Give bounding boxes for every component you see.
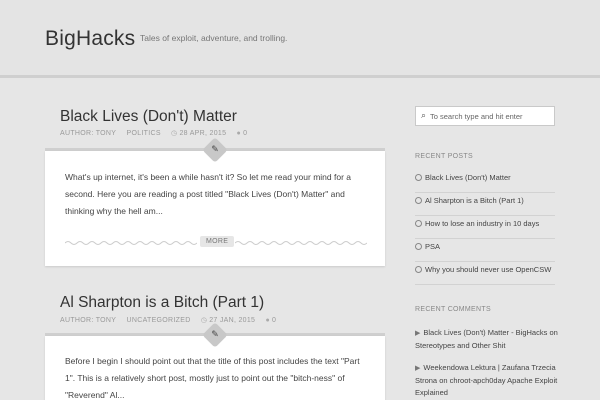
- wave-divider-right: [235, 241, 367, 245]
- recent-post-item[interactable]: How to lose an industry in 10 days: [415, 217, 555, 239]
- comment-on-label: on: [439, 376, 448, 385]
- post-title-2[interactable]: Al Sharpton is a Bitch (Part 1): [60, 294, 264, 312]
- comment-count[interactable]: 0: [272, 317, 276, 324]
- excerpt-line: 1". This is a relatively short post, mos…: [65, 373, 345, 383]
- pencil-icon: ✎: [211, 145, 219, 155]
- recent-post-link[interactable]: PSA: [425, 242, 440, 251]
- excerpt-line: Before I begin I should point out that t…: [65, 356, 360, 366]
- recent-comment-item: ▶ Weekendowa Lektura | Zaufana Trzecia St…: [415, 362, 575, 399]
- recent-post-item[interactable]: Al Sharpton is a Bitch (Part 1): [415, 194, 555, 216]
- post-title-1[interactable]: Black Lives (Don't) Matter: [60, 108, 237, 126]
- wave-divider-left: [65, 241, 197, 245]
- post-excerpt-1: What's up internet, it's been a while ha…: [65, 169, 375, 220]
- circle-bullet-icon: [415, 266, 422, 273]
- post-meta-2: AUTHOR: TONY UNCATEGORIZED ◷ 27 JAN, 2015…: [60, 316, 276, 324]
- recent-post-link[interactable]: How to lose an industry in 10 days: [425, 219, 539, 228]
- recent-post-item[interactable]: Why you should never use OpenCSW: [415, 263, 555, 285]
- post-meta-1: AUTHOR: TONY POLITICS ◷ 28 APR, 2015 ● 0: [60, 129, 247, 137]
- recent-comments-title: RECENT COMMENTS: [415, 306, 491, 313]
- circle-bullet-icon: [415, 243, 422, 250]
- comment-on-label: on: [549, 328, 558, 337]
- search-icon: ⌕: [421, 111, 427, 121]
- speech-bubble-icon: ▶: [415, 365, 421, 372]
- excerpt-line: What's up internet, it's been a while ha…: [65, 172, 351, 182]
- circle-bullet-icon: [415, 174, 422, 181]
- post-author[interactable]: AUTHOR: TONY: [60, 130, 116, 137]
- excerpt-line: thinking why the hell am...: [65, 206, 163, 216]
- recent-post-item[interactable]: Black Lives (Don't) Matter: [415, 171, 555, 193]
- recent-comment-item: ▶ Black Lives (Don't) Matter - BigHacks o…: [415, 327, 585, 352]
- excerpt-line: second. Here you are reading a post titl…: [65, 189, 345, 199]
- pencil-icon: ✎: [211, 330, 219, 340]
- recent-post-link[interactable]: Al Sharpton is a Bitch (Part 1): [425, 196, 524, 205]
- post-excerpt-2: Before I begin I should point out that t…: [65, 353, 383, 400]
- site-tagline: Tales of exploit, adventure, and trollin…: [140, 33, 288, 43]
- search-input[interactable]: [430, 109, 550, 123]
- site-header: BigHacks Tales of exploit, adventure, an…: [0, 0, 600, 78]
- comment-icon: ●: [265, 317, 271, 324]
- circle-bullet-icon: [415, 220, 422, 227]
- calendar-icon: ◷: [200, 317, 208, 324]
- post-date: 28 APR, 2015: [179, 130, 227, 137]
- site-title[interactable]: BigHacks: [45, 27, 135, 51]
- recent-posts-title: RECENT POSTS: [415, 153, 473, 160]
- search-box: ⌕: [415, 106, 555, 126]
- more-button[interactable]: MORE: [200, 236, 235, 247]
- comment-post-link[interactable]: chroot-apch0day Apache Exploit Explained: [415, 376, 557, 397]
- recent-post-link[interactable]: Why you should never use OpenCSW: [425, 265, 551, 274]
- comment-icon: ●: [236, 130, 242, 137]
- post-category[interactable]: POLITICS: [127, 130, 161, 137]
- recent-post-item[interactable]: PSA: [415, 240, 555, 262]
- comment-count[interactable]: 0: [243, 130, 247, 137]
- excerpt-line: "Reverend" Al...: [65, 390, 125, 400]
- circle-bullet-icon: [415, 197, 422, 204]
- speech-bubble-icon: ▶: [415, 330, 421, 337]
- post-author[interactable]: AUTHOR: TONY: [60, 317, 116, 324]
- calendar-icon: ◷: [171, 130, 178, 137]
- comment-post-link[interactable]: Stereotypes and Other Shit: [415, 341, 505, 350]
- post-card-1: What's up internet, it's been a while ha…: [45, 151, 385, 266]
- post-category[interactable]: UNCATEGORIZED: [127, 317, 191, 324]
- recent-post-link[interactable]: Black Lives (Don't) Matter: [425, 173, 511, 182]
- comment-author-link[interactable]: Black Lives (Don't) Matter - BigHacks: [423, 328, 547, 337]
